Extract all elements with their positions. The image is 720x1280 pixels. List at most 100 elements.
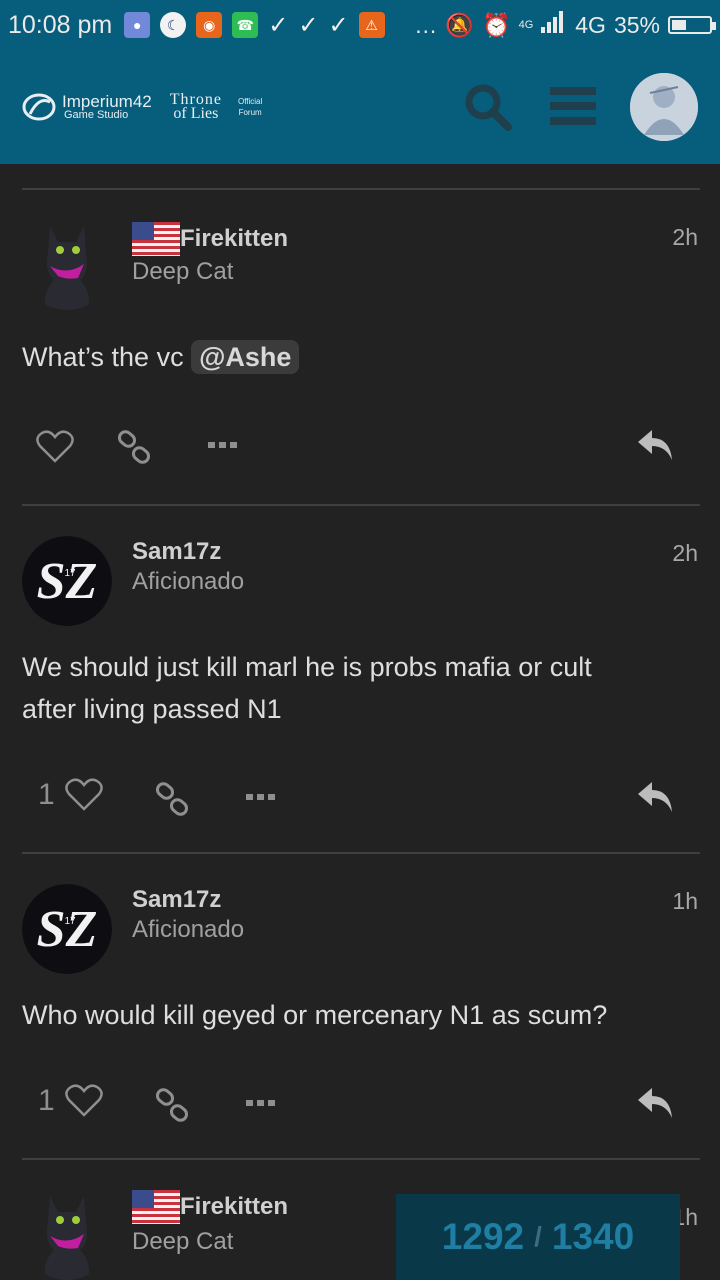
heart-icon xyxy=(64,1084,103,1117)
post-body: What’s the vc @Ashe xyxy=(22,336,682,378)
status-bar: 10:08 pm ● ☾ ◉ ☎ ✓ ✓ ✓ ⚠ … 🔕 ⏰ 4G 4G 35% xyxy=(0,0,720,50)
whatsapp-notification-icon: ☎ xyxy=(232,12,259,38)
check-notification-icon: ✓ xyxy=(268,11,289,39)
battery-percent: 35% xyxy=(613,11,660,38)
discord-notification-icon: ● xyxy=(124,12,151,38)
reply-button[interactable] xyxy=(636,1086,674,1120)
like-button[interactable] xyxy=(36,430,74,464)
us-flag-icon xyxy=(132,222,180,256)
post-age[interactable]: 2h xyxy=(672,224,698,251)
like-count: 1 xyxy=(38,1084,55,1117)
heart-icon xyxy=(36,430,74,463)
svg-text:SZ: SZ xyxy=(37,553,98,610)
avatar[interactable] xyxy=(22,220,112,310)
reply-button[interactable] xyxy=(636,780,674,814)
post-actions: 1 xyxy=(0,1080,720,1130)
logo-throne-line2: of Lies xyxy=(173,105,219,122)
more-actions-button[interactable] xyxy=(208,440,238,450)
logo-imperium-sub: Game Studio xyxy=(64,108,129,121)
user-title: Deep Cat xyxy=(132,1228,234,1255)
svg-text:17: 17 xyxy=(64,568,76,579)
network-label: 4G xyxy=(575,11,606,38)
like-count: 1 xyxy=(38,778,55,811)
link-icon xyxy=(155,782,189,816)
logo-official-line1: Official xyxy=(237,97,263,106)
avatar[interactable] xyxy=(22,1190,112,1280)
post-age[interactable]: 1h xyxy=(672,888,698,915)
signal-icon xyxy=(541,11,567,39)
post-body-line: Who would kill geyed or mercenary N1 as … xyxy=(22,1000,608,1030)
post-username[interactable]: Firekitten xyxy=(132,1190,288,1224)
avatar[interactable]: SZ 17 xyxy=(22,536,112,626)
ellipsis-icon xyxy=(208,442,237,448)
cat-avatar-image xyxy=(22,220,112,310)
reply-icon xyxy=(638,782,672,812)
post-body: Who would kill geyed or mercenary N1 as … xyxy=(22,994,682,1036)
copy-link-button[interactable] xyxy=(116,430,152,466)
ellipsis-icon xyxy=(246,1100,275,1106)
post-age[interactable]: 2h xyxy=(672,540,698,567)
network-small-label: 4G xyxy=(518,19,534,31)
svg-text:SZ: SZ xyxy=(37,901,98,958)
battery-icon xyxy=(668,16,716,34)
logo-official-line2: Forum xyxy=(238,108,262,117)
search-button[interactable] xyxy=(458,77,518,137)
moon-notification-icon: ☾ xyxy=(160,12,187,38)
sz-avatar-image: SZ 17 xyxy=(22,884,112,974)
copy-link-button[interactable] xyxy=(154,1088,190,1124)
link-icon xyxy=(155,1088,189,1122)
app-notification-icon: ◉ xyxy=(196,12,223,38)
post-username[interactable]: Firekitten xyxy=(132,222,288,256)
user-title: Aficionado xyxy=(132,916,245,943)
username-text: Firekitten xyxy=(180,1193,289,1220)
post-divider xyxy=(22,188,700,190)
post-body-text: What’s the vc xyxy=(22,342,192,372)
current-user-avatar[interactable] xyxy=(630,73,698,141)
mention-link[interactable]: @Ashe xyxy=(191,340,300,374)
post-actions: 1 xyxy=(0,774,720,824)
post-actions xyxy=(0,422,720,472)
topic-progress-indicator[interactable]: 1292 / 1340 xyxy=(396,1194,680,1280)
username-text: Sam17z xyxy=(132,538,222,565)
official-forum-label: Official Forum xyxy=(238,96,262,118)
sz-avatar-image: SZ 17 xyxy=(22,536,112,626)
svg-text:17: 17 xyxy=(64,916,76,927)
user-title: Aficionado xyxy=(132,568,245,595)
progress-separator: / xyxy=(534,1221,542,1252)
more-notifications-icon: … xyxy=(414,11,438,38)
reply-icon xyxy=(638,430,672,460)
reply-button[interactable] xyxy=(636,428,674,462)
menu-button[interactable] xyxy=(544,77,604,137)
cat-avatar-image xyxy=(22,1190,112,1280)
progress-current: 1292 xyxy=(441,1216,525,1257)
post-body: We should just kill marl he is probs maf… xyxy=(22,646,682,730)
heart-icon xyxy=(64,778,103,811)
search-icon xyxy=(465,84,512,131)
mute-bell-icon: 🔕 xyxy=(445,11,474,38)
check-notification-icon: ✓ xyxy=(298,11,319,39)
imperium42-logo[interactable]: Imperium42 Game Studio xyxy=(22,92,152,122)
user-title: Deep Cat xyxy=(132,258,234,285)
post-username[interactable]: Sam17z xyxy=(132,538,221,566)
post-divider xyxy=(22,1158,700,1160)
hamburger-menu-icon xyxy=(550,87,596,125)
reply-icon xyxy=(638,1088,672,1118)
copy-link-button[interactable] xyxy=(154,782,190,818)
post-body-line: We should just kill marl he is probs maf… xyxy=(22,652,592,682)
more-actions-button[interactable] xyxy=(246,792,276,802)
post-divider xyxy=(22,852,700,854)
post-divider xyxy=(22,504,700,506)
progress-total: 1340 xyxy=(551,1216,635,1257)
throne-of-lies-logo[interactable]: Throne of Lies xyxy=(170,92,222,122)
like-button[interactable]: 1 xyxy=(38,778,103,812)
logo-imperium-name: Imperium42 xyxy=(62,91,152,111)
alarm-icon: ⏰ xyxy=(481,11,511,38)
more-actions-button[interactable] xyxy=(246,1098,276,1108)
warning-notification-icon: ⚠ xyxy=(358,12,385,38)
username-text: Sam17z xyxy=(132,886,222,913)
username-text: Firekitten xyxy=(180,225,289,252)
status-time: 10:08 pm xyxy=(8,10,113,39)
like-button[interactable]: 1 xyxy=(38,1084,103,1118)
post-username[interactable]: Sam17z xyxy=(132,886,221,914)
avatar[interactable]: SZ 17 xyxy=(22,884,112,974)
